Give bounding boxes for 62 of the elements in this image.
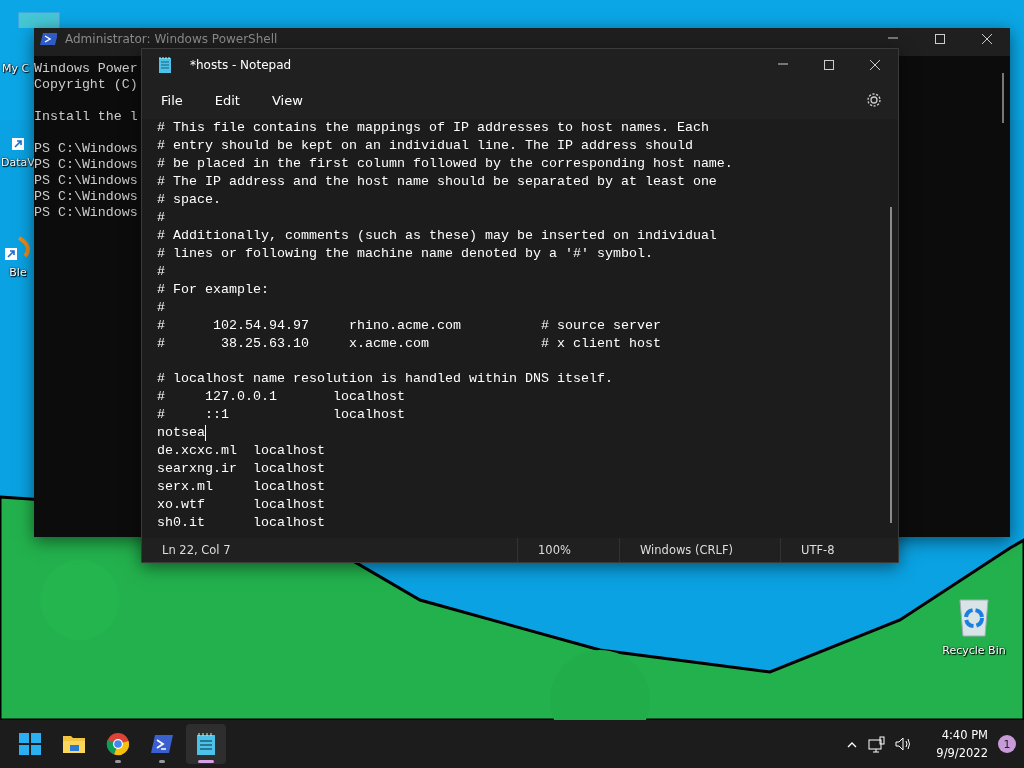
menu-item[interactable]: View bbox=[262, 88, 312, 112]
scrollbar[interactable] bbox=[890, 207, 892, 523]
notification-badge[interactable]: 1 bbox=[998, 735, 1016, 753]
text-line: # The IP address and the host name should be separated by at least one bbox=[157, 173, 717, 191]
text-line: xo.wtf localhost bbox=[157, 496, 325, 514]
settings-icon[interactable] bbox=[866, 92, 882, 108]
console-line: Copyright (C) bbox=[34, 77, 138, 93]
start-icon bbox=[18, 732, 42, 756]
clock-date[interactable]: 9/9/2022 bbox=[936, 744, 988, 762]
text-line: # localhost name resolution is handled within DNS itself. bbox=[157, 370, 613, 388]
status-text: UTF-8 bbox=[801, 543, 835, 557]
notepad-icon bbox=[158, 56, 172, 74]
browser-icon bbox=[106, 732, 130, 756]
text-line: # Additionally, comments (such as these) may be inserted on individual bbox=[157, 227, 717, 245]
taskbar-app[interactable] bbox=[186, 724, 226, 764]
text-line: # ::1 localhost bbox=[157, 406, 405, 424]
console-line: PS C:\Windows bbox=[34, 157, 138, 173]
text-line: # bbox=[157, 299, 165, 317]
console-line: Windows Power bbox=[34, 61, 138, 77]
notepad-icon bbox=[194, 732, 218, 756]
status-text: Windows (CRLF) bbox=[640, 543, 733, 557]
blender-shortcut-icon bbox=[5, 236, 31, 260]
network-icon[interactable] bbox=[868, 735, 886, 753]
text-line: notsea bbox=[157, 424, 205, 442]
text-line: # entry should be kept on an individual line. The IP address should bbox=[157, 137, 693, 155]
text-line: # 102.54.94.97 rhino.acme.com # source server bbox=[157, 317, 661, 335]
text-line: # 38.25.63.10 x.acme.com # x client host bbox=[157, 335, 661, 353]
shortcut-icon bbox=[12, 138, 24, 150]
console-line: PS C:\Windows bbox=[34, 141, 138, 157]
text-line: serx.ml localhost bbox=[157, 478, 325, 496]
text-line: # 127.0.0.1 localhost bbox=[157, 388, 405, 406]
text-line: searxng.ir localhost bbox=[157, 460, 325, 478]
text-line: # be placed in the first column followed by the corresponding host name. bbox=[157, 155, 733, 173]
text-line: # This file contains the mappings of IP addresses to host names. Each bbox=[157, 119, 709, 137]
text-line: sh0.it localhost bbox=[157, 514, 325, 532]
menu-item[interactable]: Edit bbox=[205, 88, 249, 112]
text-line: # bbox=[157, 263, 165, 281]
console-line: PS C:\Windows bbox=[34, 205, 138, 221]
window-title: *hosts - Notepad bbox=[190, 58, 292, 72]
terminal-icon bbox=[150, 732, 174, 756]
maximize-icon bbox=[933, 33, 946, 45]
text-line: # For example: bbox=[157, 281, 269, 299]
menu-item[interactable]: File bbox=[152, 88, 192, 112]
window-title: Administrator: Windows PowerShell bbox=[65, 32, 278, 46]
clock-time[interactable]: 4:40 PM bbox=[941, 726, 988, 744]
terminal-icon bbox=[40, 32, 57, 46]
scrollbar[interactable] bbox=[1002, 73, 1004, 123]
text-line: # bbox=[157, 209, 165, 227]
close-icon bbox=[980, 33, 993, 45]
text-line: # lines or following the machine name denoted by a '#' symbol. bbox=[157, 245, 653, 263]
monitor-icon bbox=[18, 12, 60, 28]
text-line: # space. bbox=[157, 191, 221, 209]
console-line: PS C:\Windows bbox=[34, 173, 138, 189]
close-icon bbox=[869, 59, 881, 71]
volume-icon[interactable] bbox=[895, 736, 913, 752]
maximize-icon bbox=[823, 59, 835, 71]
recycle-bin-icon bbox=[956, 596, 992, 638]
status-text: Ln 22, Col 7 bbox=[162, 543, 231, 557]
text-line: de.xcxc.ml localhost bbox=[157, 442, 325, 460]
status-text: 100% bbox=[538, 543, 571, 557]
console-line: Install the l bbox=[34, 109, 138, 125]
console-line: PS C:\Windows bbox=[34, 189, 138, 205]
